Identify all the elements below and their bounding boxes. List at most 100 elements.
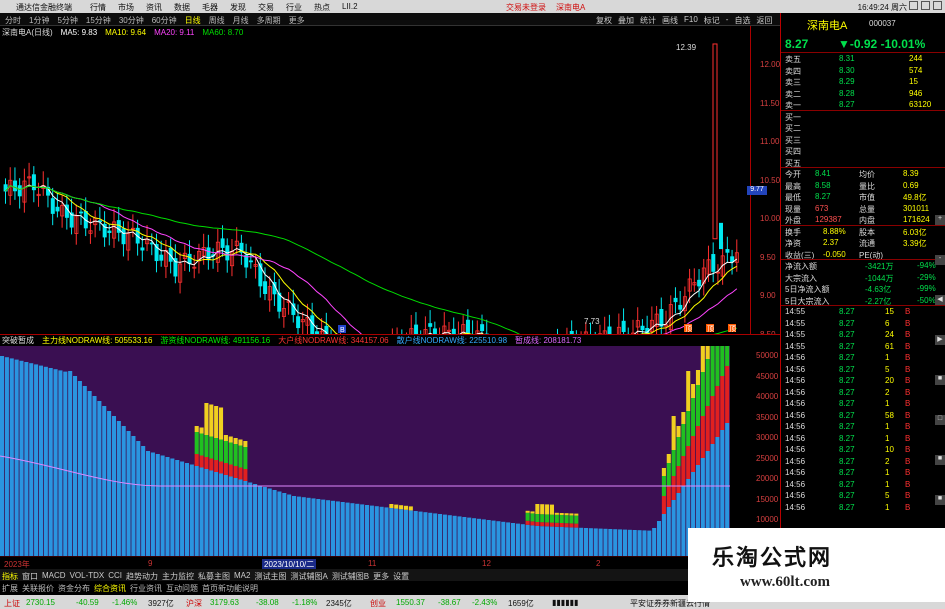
retail-bar — [131, 436, 136, 556]
tick-side: B — [905, 399, 911, 408]
indicator-tab-5[interactable]: 趋势动力 — [126, 569, 158, 581]
indicator-tab-13[interactable]: 设置 — [393, 569, 409, 581]
indicator-tab-0[interactable]: 指标 — [2, 569, 18, 581]
indicator-tab-8[interactable]: MA2 — [234, 569, 250, 581]
side-button[interactable]: ▶ — [935, 335, 945, 345]
toolbar-item-2[interactable]: 统计 — [640, 15, 656, 26]
cy-label[interactable]: 创业 — [370, 598, 386, 609]
retail-bar — [540, 526, 545, 556]
indicator-tab-6[interactable]: 主力监控 — [162, 569, 194, 581]
indicator-chart[interactable] — [0, 346, 730, 556]
retail-bar — [350, 503, 355, 556]
toolbar-item-5[interactable]: 标记 — [704, 15, 720, 26]
extension-tab-0[interactable]: 扩展 — [2, 581, 18, 593]
period-2[interactable]: 5分钟 — [54, 13, 80, 25]
indicator-tab-4[interactable]: CCI — [108, 569, 122, 581]
sh-value: 2730.15 — [26, 598, 55, 607]
indicator-tab-10[interactable]: 测试辅图A — [290, 569, 327, 581]
trade-login-link[interactable]: 交易未登录 — [506, 2, 546, 13]
indicator-tab-3[interactable]: VOL-TDX — [70, 569, 105, 581]
tick-side: B — [905, 502, 911, 512]
side-button[interactable]: - — [935, 255, 945, 265]
retail-bar — [647, 530, 652, 556]
price-tick: 11.00 — [760, 137, 780, 146]
extension-tab-2[interactable]: 资金分布 — [58, 581, 90, 593]
period-4[interactable]: 30分钟 — [116, 13, 147, 25]
retail-bar — [282, 493, 287, 556]
toolbar-item-0[interactable]: 复权 — [596, 15, 612, 26]
sz-label[interactable]: 沪深 — [186, 598, 202, 609]
clock: 16:49:24 周六 — [857, 3, 907, 12]
hotmoney-bar — [559, 515, 564, 523]
retail-bar — [180, 461, 185, 556]
stock-header: 深南电A 000037 — [780, 13, 945, 33]
side-button[interactable]: ■ — [935, 375, 945, 385]
period-9[interactable]: 多周期 — [254, 13, 284, 25]
menu-item[interactable]: 发现 — [230, 2, 246, 13]
hotmoney-bar — [705, 359, 710, 406]
side-button[interactable]: + — [935, 215, 945, 225]
candlestick-chart[interactable]: 12.39 7.73 顶 顶 顶 B — [0, 38, 750, 334]
side-button[interactable]: □ — [935, 415, 945, 425]
sh-label[interactable]: 上证 — [4, 598, 20, 609]
period-5[interactable]: 60分钟 — [149, 13, 180, 25]
retail-bar — [345, 502, 350, 556]
quote-head: 8.27 ▼-0.92 -10.01% — [783, 35, 943, 51]
period-10[interactable]: 更多 — [286, 13, 308, 25]
period-6[interactable]: 日线 — [182, 13, 204, 25]
stat-label: 总量 — [859, 204, 875, 214]
toolbar-item-1[interactable]: 叠加 — [618, 15, 634, 26]
side-button[interactable]: ◀ — [935, 295, 945, 305]
price-tick: 12.00 — [760, 60, 781, 69]
toolbar-item-4[interactable]: F10 — [684, 15, 698, 26]
retail-bar — [666, 507, 671, 556]
toolbar-item-3[interactable]: 画线 — [662, 15, 678, 26]
period-7[interactable]: 周线 — [206, 13, 228, 25]
extension-tab-3[interactable]: 综合资讯 — [94, 581, 126, 593]
period-3[interactable]: 15分钟 — [83, 13, 114, 25]
retail-bar — [403, 509, 408, 556]
extension-tab-1[interactable]: 关联报价 — [22, 581, 54, 593]
menu-item[interactable]: 资讯 — [146, 2, 162, 13]
side-button[interactable]: ■ — [935, 495, 945, 505]
indicator-tab-12[interactable]: 更多 — [373, 569, 389, 581]
indicator-tab-1[interactable]: 窗口 — [22, 569, 38, 581]
menu-item[interactable]: 市场 — [118, 2, 134, 13]
menu-item[interactable]: LII.2 — [342, 2, 358, 13]
cy-pct: -2.43% — [472, 598, 498, 607]
menu-item[interactable]: 行情 — [90, 2, 106, 13]
retail-bar — [476, 518, 481, 556]
extension-tab-5[interactable]: 互动问题 — [166, 581, 198, 593]
maximize-icon[interactable] — [921, 1, 930, 10]
tick-side: B — [905, 491, 911, 500]
stock-link[interactable]: 深南电A — [556, 2, 585, 13]
menu-item[interactable]: 毛器 — [202, 2, 218, 13]
side-button[interactable]: ■ — [935, 455, 945, 465]
indicator-tab-11[interactable]: 测试辅图B — [332, 569, 369, 581]
stat-value: 8.88% — [823, 226, 846, 236]
menu-item[interactable]: 热点 — [314, 2, 330, 13]
indicator-tab-2[interactable]: MACD — [42, 569, 66, 581]
ask-price: 8.28 — [839, 88, 855, 98]
retail-bar — [277, 491, 282, 556]
toolbar-item-6[interactable]: - — [726, 15, 729, 26]
minimize-icon[interactable] — [909, 1, 918, 10]
close-icon[interactable] — [933, 1, 942, 10]
indicator-legend-item-1: 主力线NODRAW线: 505533.16 — [42, 336, 153, 345]
menu-item[interactable]: 交易 — [258, 2, 274, 13]
period-1[interactable]: 1分钟 — [26, 13, 52, 25]
menu-item[interactable]: 数据 — [174, 2, 190, 13]
extension-tab-4[interactable]: 行业资讯 — [130, 581, 162, 593]
extension-tab-6[interactable]: 首页新功能说明 — [202, 581, 258, 593]
toolbar-item-8[interactable]: 返回 — [756, 15, 772, 26]
period-0[interactable]: 分时 — [2, 13, 24, 25]
toolbar-item-7[interactable]: 自选 — [734, 15, 750, 26]
tick-price: 8.27 — [839, 502, 855, 512]
menu-item[interactable]: 行业 — [286, 2, 302, 13]
bigholder-bar — [228, 464, 233, 477]
indicator-tab-7[interactable]: 私募主图 — [198, 569, 230, 581]
period-8[interactable]: 月线 — [230, 13, 252, 25]
bigholder-bar — [715, 386, 720, 437]
stat-value: 129387 — [815, 215, 842, 224]
indicator-tab-9[interactable]: 测试主图 — [254, 569, 286, 581]
